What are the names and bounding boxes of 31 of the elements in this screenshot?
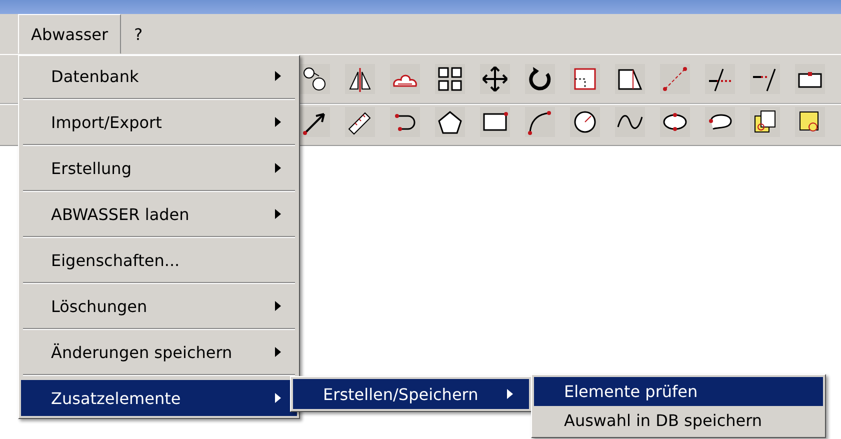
menu-item[interactable]: Änderungen speichern bbox=[21, 334, 297, 370]
trim-icon[interactable] bbox=[750, 64, 780, 94]
rectangle-icon[interactable] bbox=[480, 107, 510, 137]
menu-item[interactable]: Import/Export bbox=[21, 104, 297, 140]
menu-item[interactable]: Erstellung bbox=[21, 150, 297, 186]
menu-item[interactable]: Auswahl in DB speichern bbox=[534, 406, 823, 435]
menu-item[interactable]: Erstellen/Speichern bbox=[293, 379, 529, 409]
wave-icon[interactable] bbox=[615, 107, 645, 137]
menu-bar-item[interactable]: Abwasser bbox=[18, 14, 122, 54]
move-icon[interactable] bbox=[480, 64, 510, 94]
menu-item[interactable]: Zusatzelemente bbox=[21, 380, 297, 416]
scale-icon[interactable] bbox=[570, 64, 600, 94]
documents-icon[interactable] bbox=[750, 107, 780, 137]
rotate-icon[interactable] bbox=[525, 64, 555, 94]
menu-item[interactable]: Eigenschaften... bbox=[21, 242, 297, 278]
curve-icon[interactable] bbox=[525, 107, 555, 137]
lasso-icon[interactable] bbox=[705, 107, 735, 137]
menu-item[interactable]: Löschungen bbox=[21, 288, 297, 324]
grid-icon[interactable] bbox=[435, 64, 465, 94]
menu-bar-item[interactable]: ? bbox=[121, 14, 156, 54]
mirror-icon[interactable] bbox=[345, 64, 375, 94]
cloud-icon[interactable] bbox=[390, 64, 420, 94]
menu-item[interactable]: Elemente prüfen bbox=[534, 377, 823, 406]
shear-icon[interactable] bbox=[615, 64, 645, 94]
menu-item[interactable]: Datenbank bbox=[21, 58, 297, 94]
extend-icon[interactable] bbox=[705, 64, 735, 94]
ruler-icon[interactable] bbox=[345, 107, 375, 137]
menu-item[interactable]: ABWASSER laden bbox=[21, 196, 297, 232]
note-icon[interactable] bbox=[795, 107, 825, 137]
circles-icon[interactable] bbox=[300, 64, 330, 94]
box-icon[interactable] bbox=[795, 64, 825, 94]
